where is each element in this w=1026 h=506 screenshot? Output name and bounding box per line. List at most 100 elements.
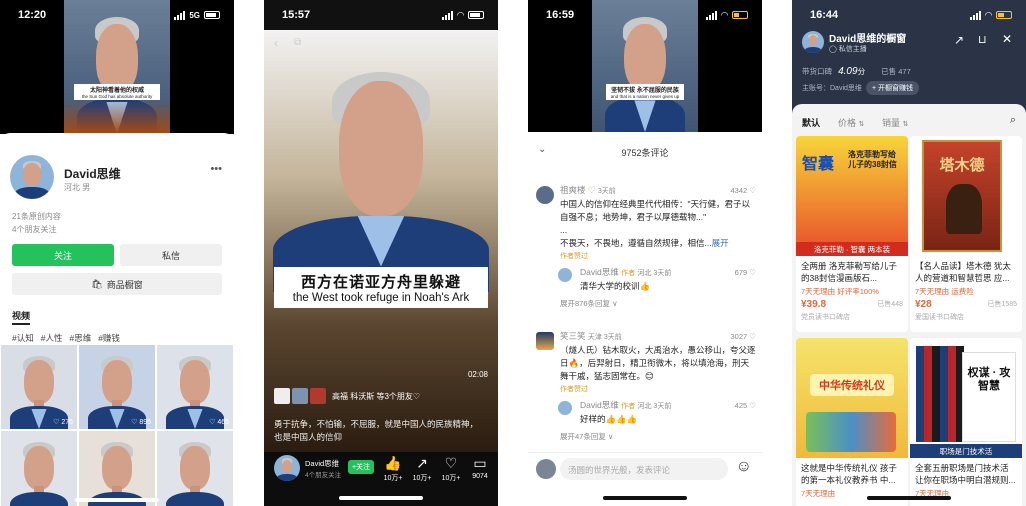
battery-icon [996, 11, 1012, 19]
view-count: ♡ 276 [53, 419, 73, 426]
comment-likes[interactable]: 3027 ♡ [731, 330, 757, 344]
follow-button[interactable]: +关注 [348, 460, 374, 474]
tab-price[interactable]: 价格 ⇅ [838, 116, 864, 129]
book-title: 智囊 [802, 154, 835, 173]
expand-replies[interactable]: 展开47条回复 ∨ [560, 430, 756, 443]
comment-item: 笑三笑 天津 3天前 3027 ♡ （燧人氏）钻木取火，大禹治水，愚公移山，夸父逐… [560, 330, 756, 396]
hashtag[interactable]: #思维 [69, 333, 91, 343]
reply-user[interactable]: David思维 [580, 400, 619, 410]
product-title: 这就是中华传统礼仪 孩子的第一本礼仪教养书 中... [801, 463, 897, 485]
video-thumbnail[interactable]: ♡ 895 [79, 345, 155, 429]
follow-button[interactable]: 关注 [12, 244, 114, 266]
more-icon[interactable]: ••• [210, 163, 222, 175]
status-bar: 12:20 5G [0, 0, 234, 30]
tab-sales[interactable]: 销量 ⇅ [882, 116, 908, 129]
clock: 12:20 [18, 9, 47, 21]
shop-avatar[interactable] [802, 31, 824, 53]
profile-name: David思维 [64, 167, 121, 181]
product-card[interactable]: 权谋 · 攻智慧 职场是门技术活 全套五册职场是门技术活 让你在职场中明白潜规则… [910, 338, 1022, 506]
comment-user[interactable]: 笑三笑 [560, 331, 586, 341]
shop-window-button[interactable]: 🛍 商品橱窗 [12, 273, 222, 295]
video-thumbnail[interactable] [1, 431, 77, 506]
hashtag[interactable]: #赚钱 [98, 333, 120, 343]
comment-input[interactable]: 汤圆的世界光般，发表评论 [560, 458, 728, 480]
product-shop: 爱国读书口碑店 [915, 314, 964, 321]
reply-item: David思维 作者 河北 3天前 679 ♡ 清华大学的校训👍 [580, 266, 756, 293]
user-avatar[interactable] [536, 332, 554, 350]
author-badge: 作者 [621, 270, 636, 277]
comment-user[interactable]: 祖爽楼 [560, 185, 586, 195]
cart-icon[interactable]: ⊔ [978, 33, 987, 46]
sort-icon: ⇅ [858, 121, 865, 128]
score-unit: 分 [857, 67, 866, 76]
my-avatar [536, 459, 556, 479]
network-type: 5G [189, 10, 200, 20]
expand-link[interactable]: 展开 [712, 238, 729, 248]
reply-likes[interactable]: 425 ♡ [735, 399, 756, 413]
score-row: 带货口碑 4.09分 已售 477 [802, 66, 911, 77]
video-description: 勇于抗争，不怕输，不屈服，就是中国人的民族精神， 也是中国人的信仰 [274, 418, 489, 444]
product-shop: 党员读书口碑店 [801, 314, 850, 321]
friends-following: 4个朋友关注 [12, 225, 57, 234]
hashtag[interactable]: #认知 [12, 333, 34, 343]
tab-videos[interactable]: 视频 [12, 309, 31, 325]
book-spines [916, 346, 964, 442]
sort-icon: ⇅ [902, 121, 909, 128]
friend-avatar [274, 388, 290, 404]
like-button[interactable]: 👍 10万+ [378, 455, 408, 483]
home-indicator [867, 496, 951, 500]
message-button[interactable]: 私信 [120, 244, 222, 266]
comment-likes[interactable]: 4342 ♡ [731, 184, 757, 198]
tab-default[interactable]: 默认 [802, 116, 820, 129]
author-name[interactable]: David思维 [305, 458, 339, 469]
search-icon[interactable]: ⌕ [1010, 114, 1016, 127]
author-avatar[interactable] [274, 455, 300, 481]
book-title: 中华传统礼仪 [810, 374, 894, 396]
video-thumbnail[interactable] [79, 431, 155, 506]
message-host[interactable]: ◯ 私信主播 [829, 44, 867, 54]
reply-likes[interactable]: 679 ♡ [735, 266, 756, 280]
product-card[interactable]: 塔木德 【名人品读】塔木德 犹太人的营道和智慧哲思 应... 7天无理由 运费险… [910, 136, 1022, 332]
book-title: 洛克菲勒写给儿子的38封信 [848, 150, 897, 169]
profile-screen: 太阳神看着他的权威 the Sun God has absolute autho… [0, 0, 234, 506]
hashtag[interactable]: #人性 [41, 333, 63, 343]
subtitle-en: and that is a nation never gives up [610, 94, 680, 99]
shop-icon: 🛍 [91, 278, 103, 289]
expand-replies[interactable]: 展开876条回复 ∨ [560, 297, 756, 310]
share-icon[interactable]: ↗ [954, 33, 964, 47]
comment-button[interactable]: ▭ 9074 [465, 455, 495, 480]
description-line: 勇于抗争，不怕输，不屈服，就是中国人的民族精神， [274, 419, 479, 429]
author-avatar[interactable] [558, 401, 572, 415]
product-card[interactable]: 智囊 洛克菲勒写给儿子的38封信 洛克菲勒 · 智囊 两本装 全两册 洛克菲勒写… [796, 136, 908, 332]
reply-user[interactable]: David思维 [580, 267, 619, 277]
pip-icon[interactable]: ⧉ [294, 37, 301, 48]
product-card[interactable]: 中华传统礼仪 这就是中华传统礼仪 孩子的第一本礼仪教养书 中... 7天无理由 [796, 338, 908, 506]
video-thumbnail[interactable]: ♡ 465 [157, 345, 233, 429]
product-title: 【名人品读】塔木德 犹太人的营道和智慧哲思 应... [915, 261, 1011, 283]
book-title: 塔木德 [939, 156, 985, 174]
open-shop-button[interactable]: + 开橱窗赚钱 [866, 81, 920, 95]
product-title: 全两册 洛克菲勒写给儿子的38封信漫画版石... [801, 261, 897, 283]
clock: 16:59 [546, 9, 575, 21]
reply-meta: 河北 3天前 [637, 270, 672, 277]
video-thumbnail[interactable]: ♡ 276 [1, 345, 77, 429]
emoji-icon[interactable]: ☺ [736, 458, 752, 476]
share-button[interactable]: ↗ 10万+ [407, 455, 437, 483]
book-cover: 权谋 · 攻智慧 [962, 352, 1016, 442]
back-icon[interactable]: ‹ [274, 36, 278, 50]
video-thumbnail[interactable] [157, 431, 233, 506]
favorite-button[interactable]: ♡ 10万+ [436, 455, 466, 483]
product-price: ¥39.8 [801, 299, 827, 310]
wifi-icon: ◠ [985, 9, 992, 20]
profile-location: 河北 男 [64, 183, 91, 192]
user-avatar[interactable] [536, 186, 554, 204]
share-icon: ↗ [416, 455, 428, 471]
avatar[interactable] [10, 155, 54, 199]
subtitle-cn: 西方在诺亚方舟里躲避 [300, 273, 461, 291]
friends-row[interactable]: 高福 科沃斯 等3个朋友♡ [274, 388, 420, 404]
author-avatar[interactable] [558, 268, 572, 282]
close-icon[interactable]: ✕ [1002, 32, 1012, 46]
status-bar: 16:59 ◠ [528, 0, 762, 30]
shop-title: David思维的橱窗 [829, 34, 907, 45]
clock: 15:57 [282, 9, 311, 21]
